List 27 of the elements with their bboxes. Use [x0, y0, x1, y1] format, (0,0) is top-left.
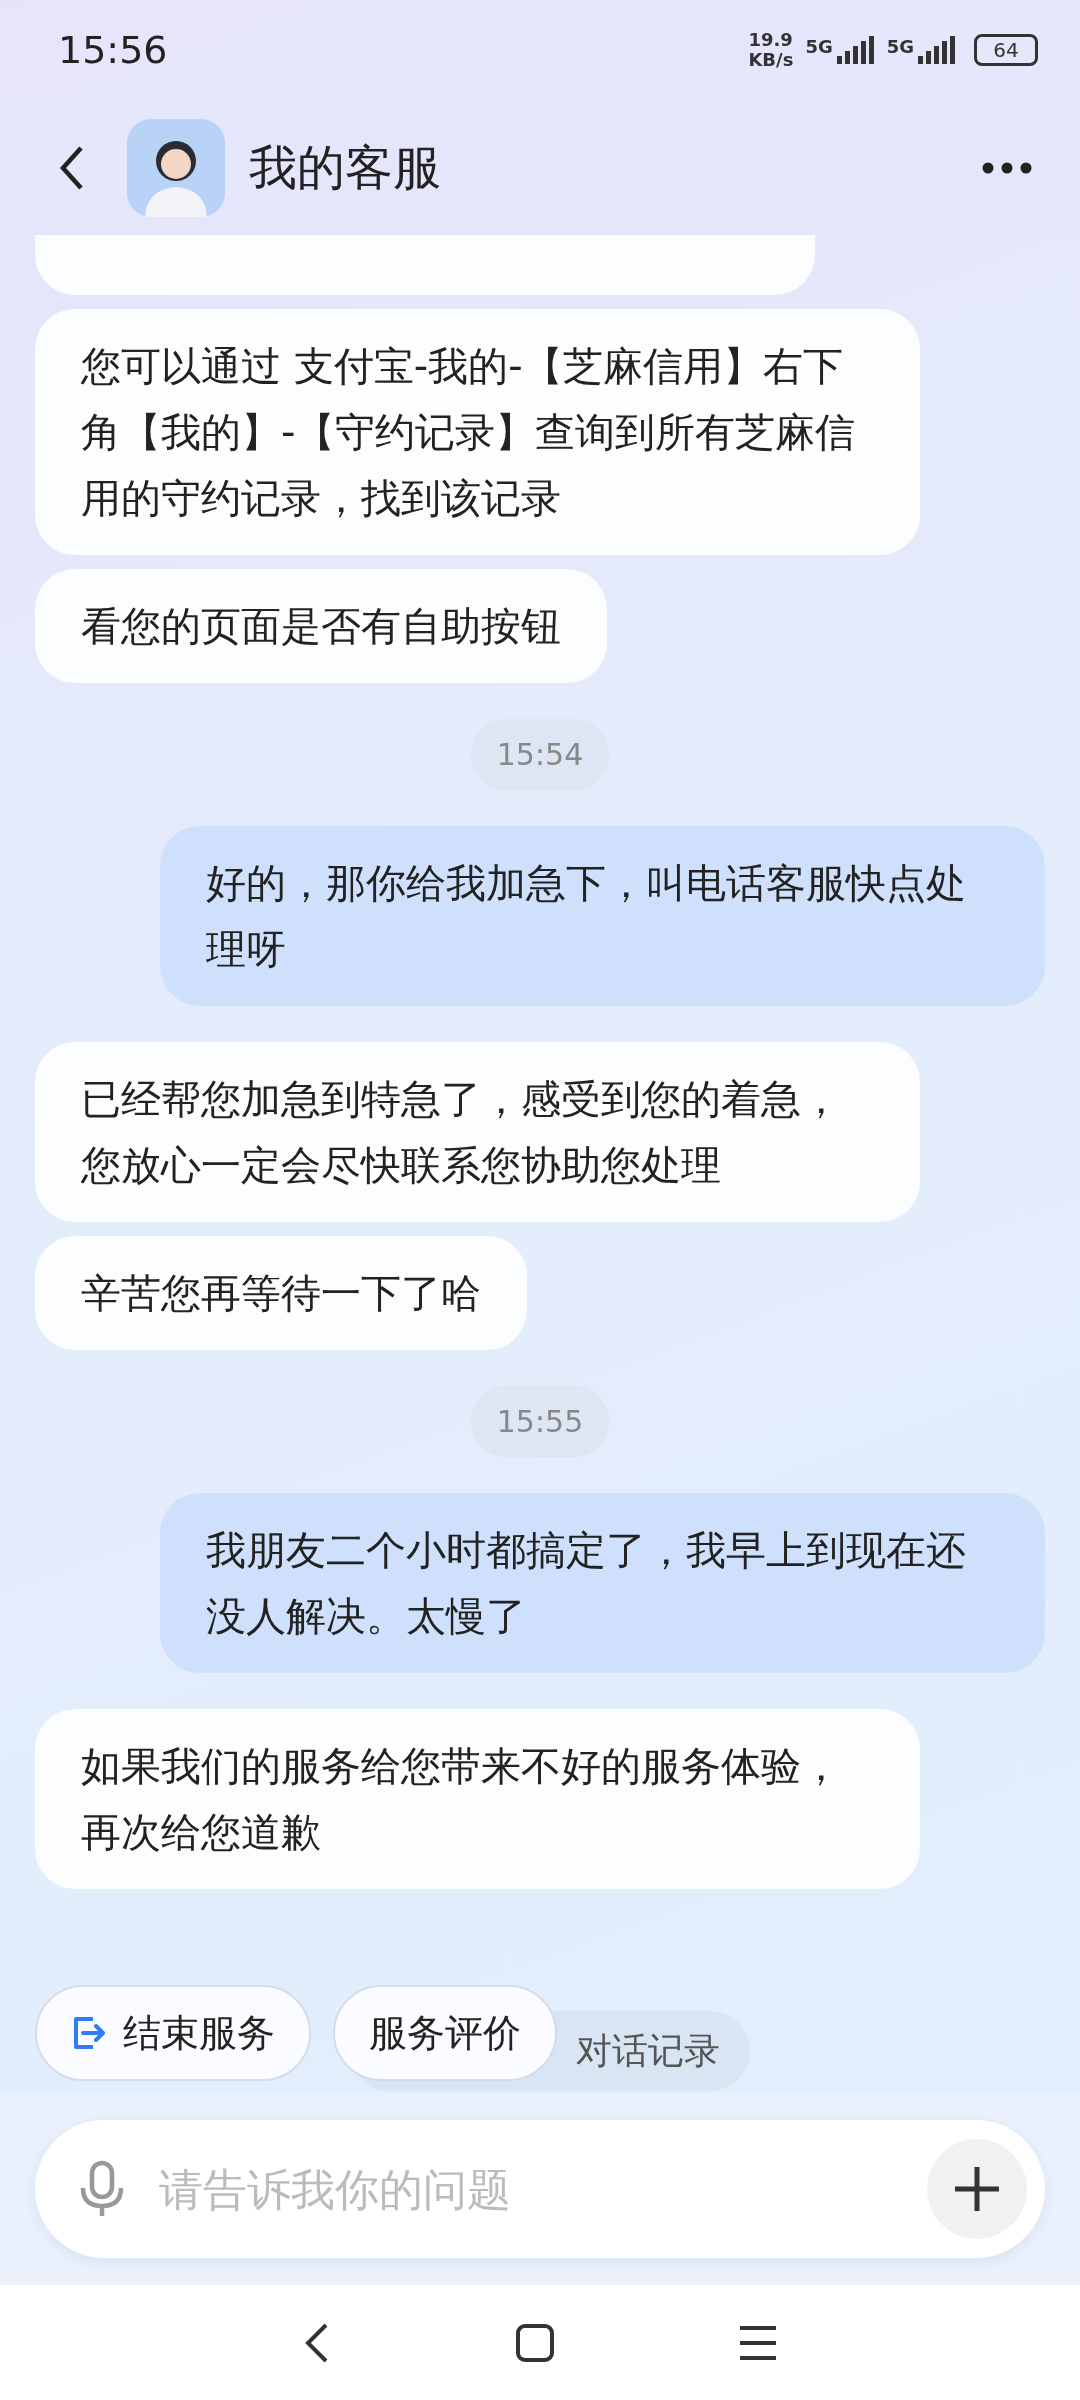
menu-nav-icon[interactable] — [738, 2324, 779, 2361]
signal-icon — [834, 36, 875, 64]
battery-indicator: 64 — [974, 34, 1038, 66]
message-input[interactable]: 请告诉我你的问题 — [157, 2162, 897, 2216]
network-type: 5G — [805, 36, 833, 57]
quick-action-button[interactable]: 结束服务 — [35, 1985, 311, 2081]
agent-message: 已经帮您加急到特急了，感受到您的着急，您放心一定会尽快联系您协助您处理 — [35, 1042, 920, 1222]
agent-message: 看您的页面是否有自助按钮 — [35, 569, 607, 683]
signal-icon — [916, 36, 956, 64]
timestamp: 15:55 — [470, 1386, 610, 1457]
input-bar[interactable]: 请告诉我你的问题 — [35, 2120, 1045, 2258]
exit-icon — [71, 2015, 107, 2051]
network-type: 5G — [886, 36, 914, 57]
home-nav-icon[interactable] — [515, 2322, 555, 2363]
clock-time: 15:56 — [58, 28, 168, 72]
chat-title: 我的客服 — [249, 137, 441, 197]
agent-message: 如果我们的服务给您带来不好的服务体验，再次给您道歉 — [35, 1709, 920, 1889]
agent-message: 辛苦您再等待一下了哈 — [35, 1236, 527, 1350]
agent-message: 您可以通过 支付宝-我的-【芝麻信用】右下角【我的】-【守约记录】查询到所有芝麻信用的守约记录，找到该记录 — [35, 309, 920, 555]
more-icon[interactable] — [982, 161, 1032, 174]
speed-unit: KB/s — [748, 50, 794, 70]
user-message: 我朋友二个小时都搞定了，我早上到现在还没人解决。太慢了 — [160, 1493, 1045, 1673]
add-button[interactable] — [927, 2139, 1027, 2239]
quick-action-button[interactable]: 服务评价 — [333, 1985, 557, 2081]
network-speed: 19.9 — [748, 30, 794, 50]
user-message: 好的，那你给我加急下，叫电话客服快点处理呀 — [160, 826, 1045, 1006]
timestamp: 15:54 — [470, 719, 610, 790]
